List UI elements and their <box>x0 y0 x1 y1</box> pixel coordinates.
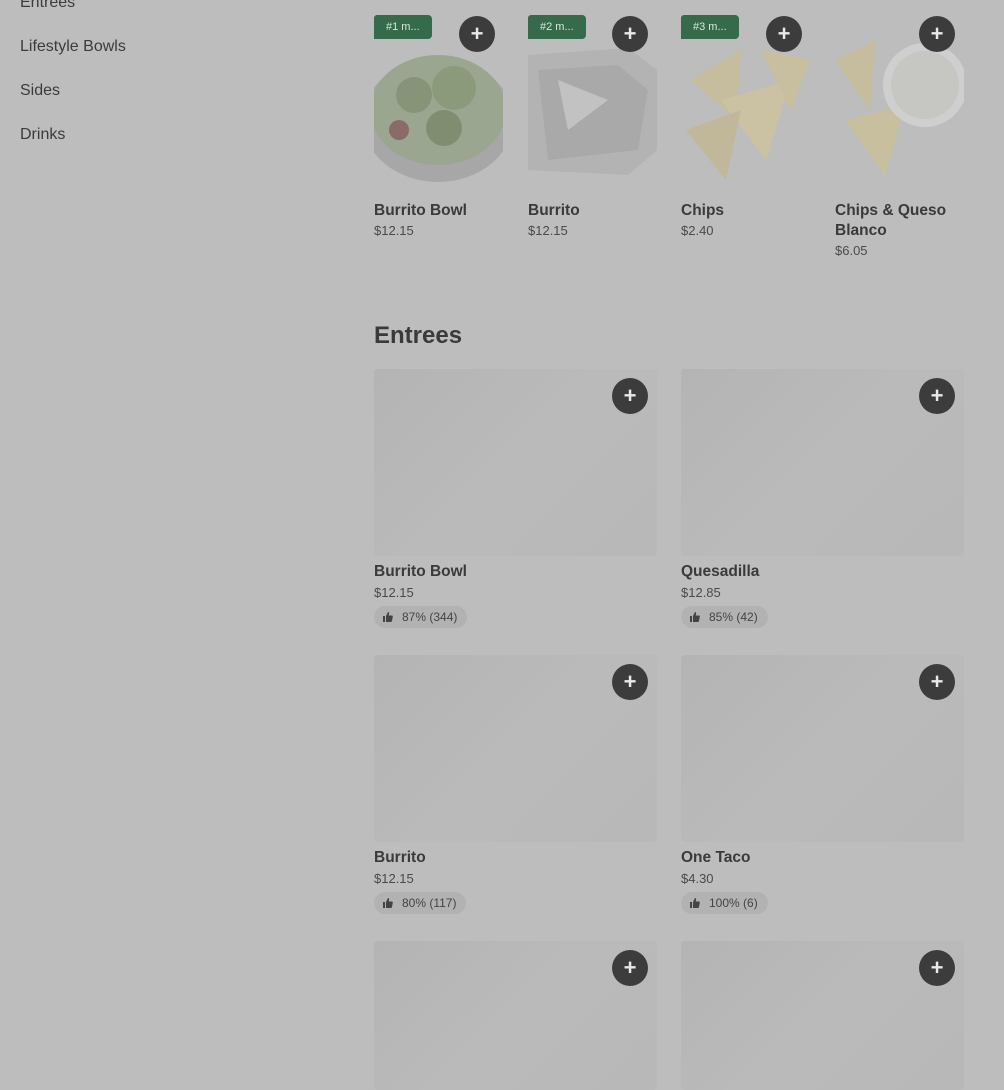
sidebar-item-sides[interactable]: Sides <box>20 82 60 100</box>
item-name: Chips <box>681 202 725 219</box>
rank-badge: #3 m... <box>681 15 739 39</box>
rating-text: 80% (117) <box>402 896 457 910</box>
thumbs-up-icon <box>690 898 700 908</box>
rating-badge: 80% (117) <box>374 892 467 914</box>
item-name: One Taco <box>681 849 751 866</box>
rating-text: 85% (42) <box>709 610 758 624</box>
entree-card[interactable]: Quesadilla $12.85 85% (42) <box>681 369 964 628</box>
entree-card[interactable]: One Taco $4.30 100% (6) <box>681 655 964 914</box>
item-price: $12.15 <box>374 223 414 238</box>
entree-card[interactable]: Burrito $12.15 80% (117) <box>374 655 657 914</box>
item-price: $6.05 <box>835 243 868 258</box>
sidebar-item-entrees[interactable]: Entrees <box>20 0 75 12</box>
menu-main: #1 m... Burrito Bowl $12.15 + #2 m... Bu… <box>374 0 974 1090</box>
item-price: $12.85 <box>681 585 721 600</box>
plus-icon[interactable]: + <box>919 378 955 414</box>
rating-text: 87% (344) <box>402 610 458 624</box>
plus-icon[interactable]: + <box>612 950 648 986</box>
sidebar-item-drinks[interactable]: Drinks <box>20 126 65 144</box>
item-price: $12.15 <box>528 223 568 238</box>
rating-badge: 100% (6) <box>681 892 768 914</box>
rank-badge: #1 m... <box>374 15 432 39</box>
plus-icon[interactable]: + <box>612 16 648 52</box>
entree-card[interactable]: Burrito Bowl $12.15 87% (344) <box>374 369 657 628</box>
rating-text: 100% (6) <box>709 896 758 910</box>
rating-badge: 85% (42) <box>681 606 768 628</box>
thumbs-up-icon <box>690 612 700 622</box>
item-name: Burrito Bowl <box>374 202 467 219</box>
sidebar-item-lifestyle-bowls[interactable]: Lifestyle Bowls <box>20 38 126 56</box>
item-price: $12.15 <box>374 871 414 886</box>
plus-icon[interactable]: + <box>766 16 802 52</box>
item-price: $2.40 <box>681 223 714 238</box>
plus-icon[interactable]: + <box>612 664 648 700</box>
item-name: Quesadilla <box>681 563 760 580</box>
item-name: Burrito <box>374 849 426 866</box>
thumbs-up-icon <box>383 612 393 622</box>
item-name: Chips & Queso Blanco <box>835 202 947 239</box>
item-price: $4.30 <box>681 871 714 886</box>
rating-badge: 87% (344) <box>374 606 468 628</box>
category-sidebar: Entrees Lifestyle Bowls Sides Drinks <box>0 0 340 1090</box>
item-price: $12.15 <box>374 585 414 600</box>
plus-icon[interactable]: + <box>459 16 495 52</box>
thumbs-up-icon <box>383 898 393 908</box>
rank-badge: #2 m... <box>528 15 586 39</box>
section-title: Entrees <box>374 322 463 349</box>
item-name: Burrito <box>528 202 580 219</box>
plus-icon[interactable]: + <box>919 664 955 700</box>
plus-icon[interactable]: + <box>612 378 648 414</box>
plus-icon[interactable]: + <box>919 950 955 986</box>
item-name: Burrito Bowl <box>374 563 467 580</box>
plus-icon[interactable]: + <box>919 16 955 52</box>
